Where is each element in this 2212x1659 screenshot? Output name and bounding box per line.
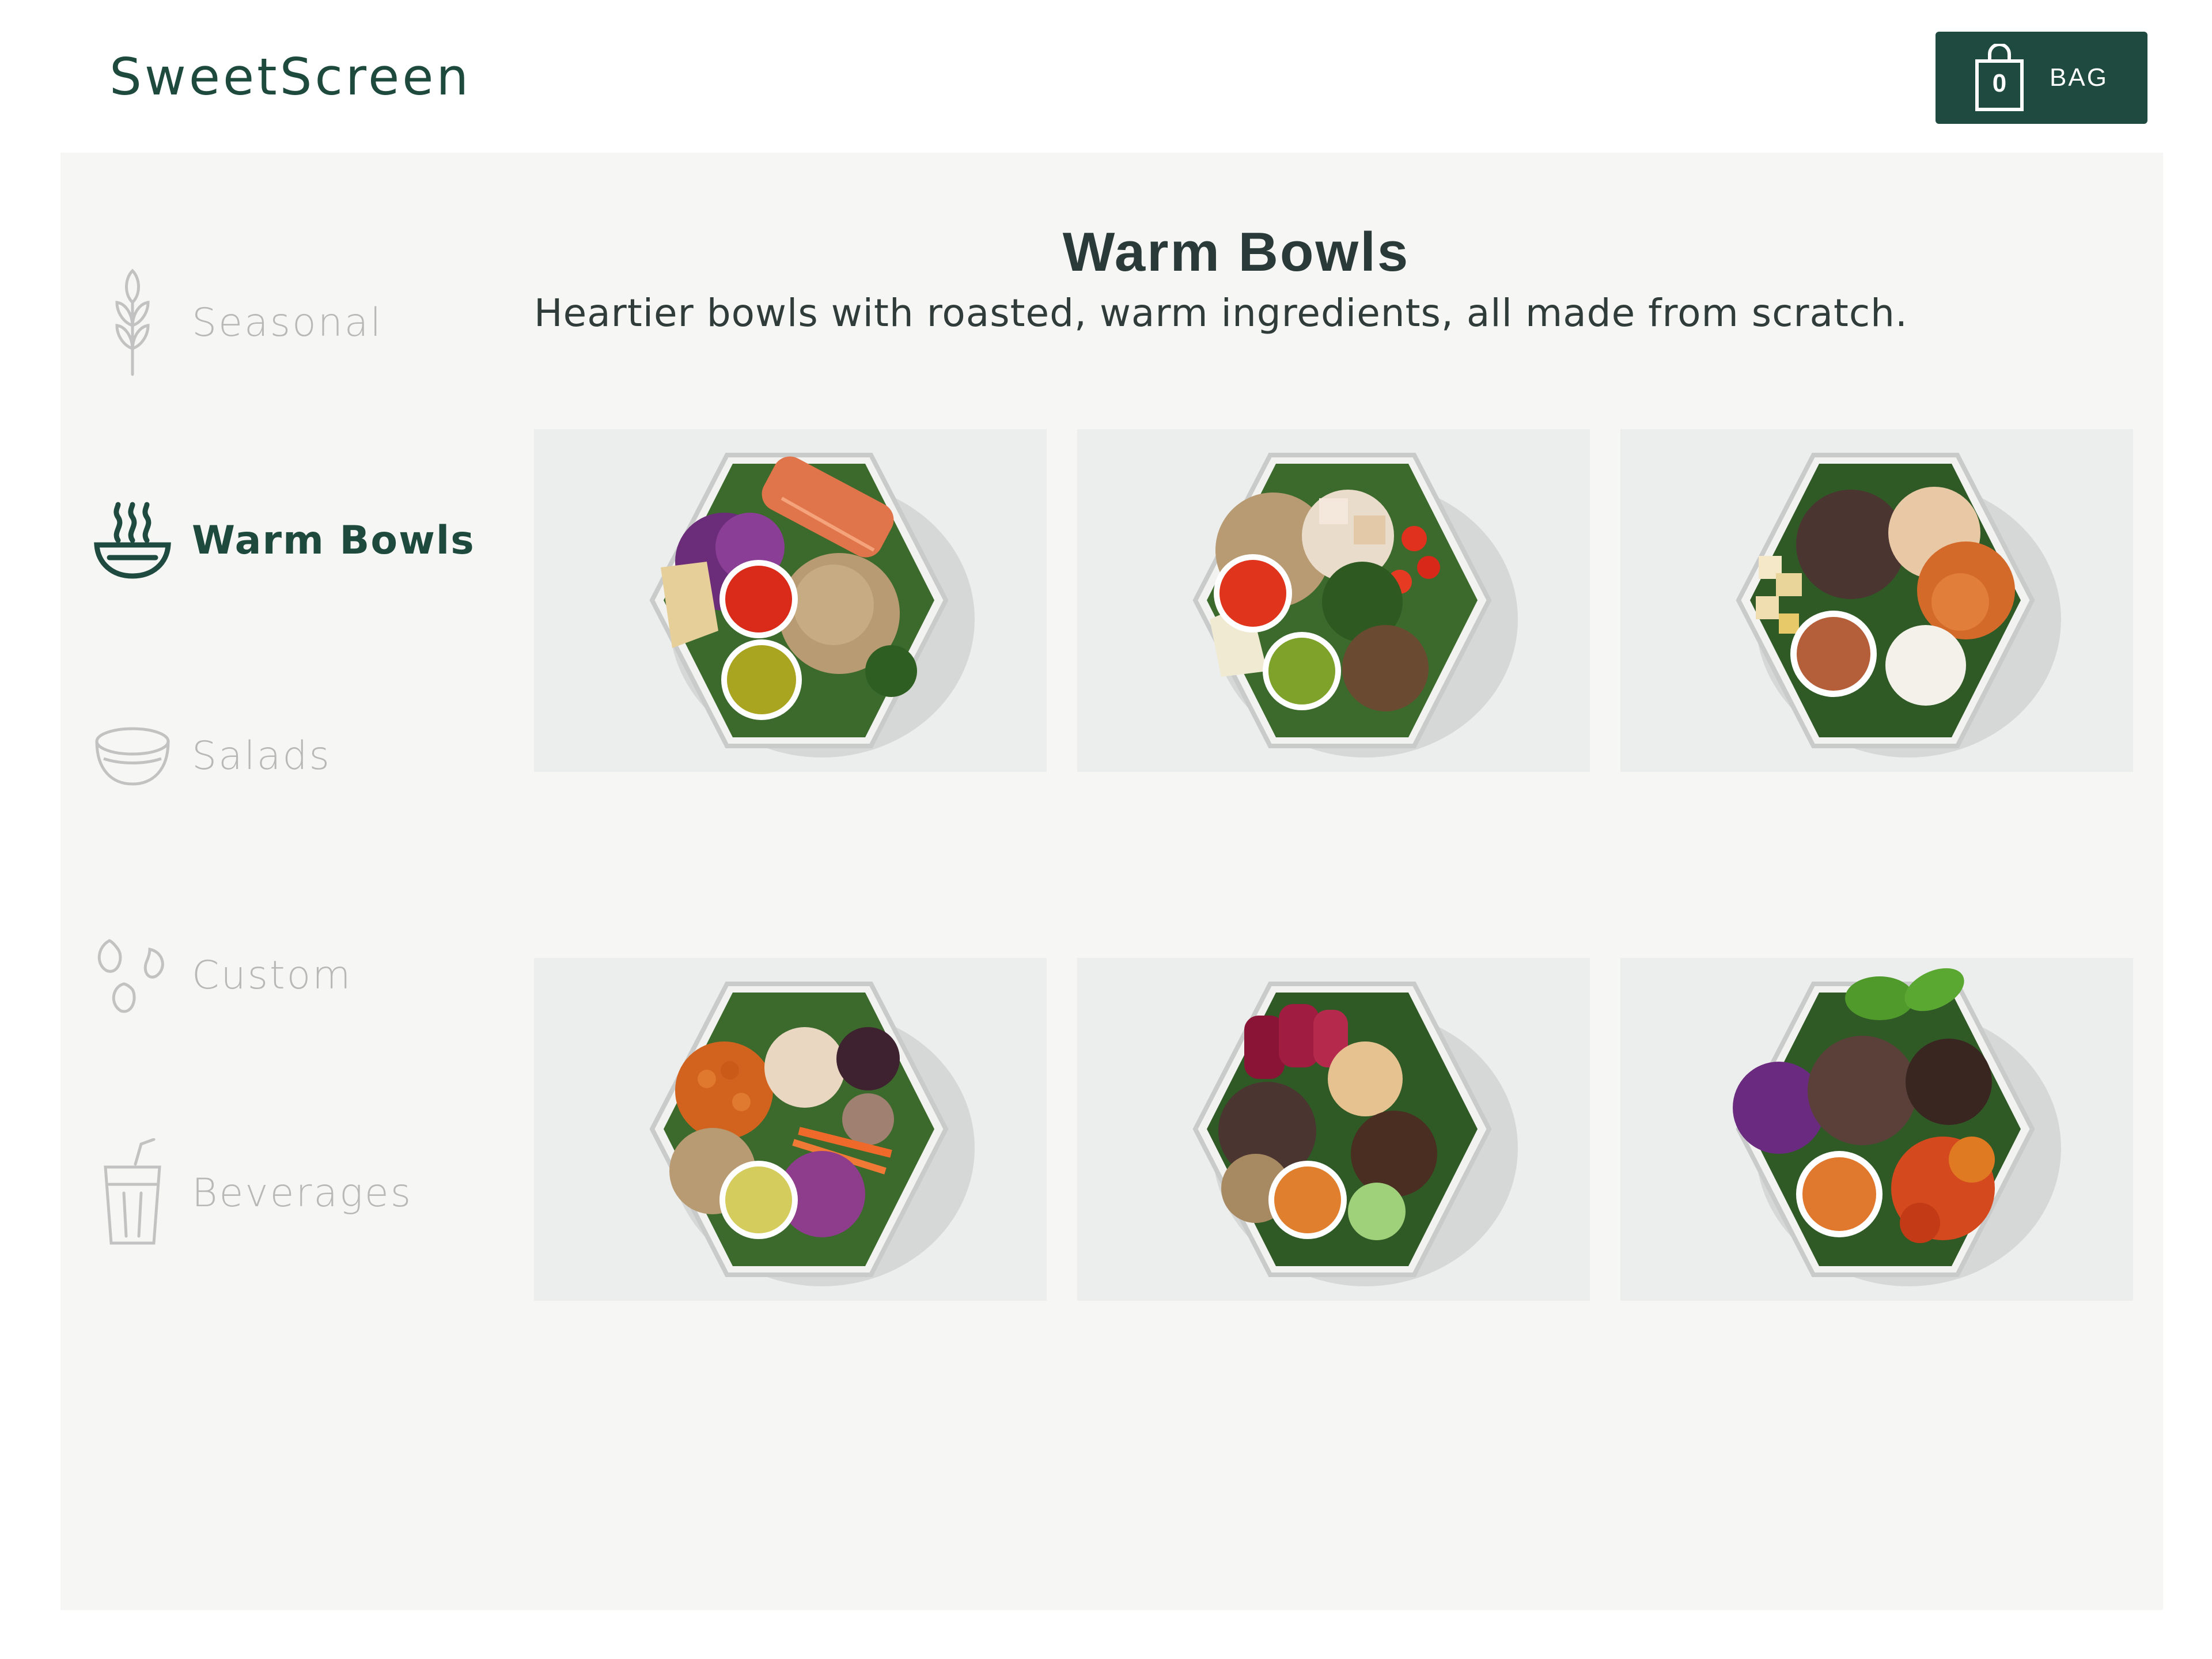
- section-title: Warm Bowls: [1062, 221, 1410, 283]
- menu-panel: Seasonal Warm Bowls Salads Custom Bevera…: [60, 153, 2163, 1610]
- wheat-icon: [89, 265, 176, 380]
- salad-bowl-icon: [89, 698, 176, 813]
- bowl-beet-mushroom-photo: [1192, 982, 1518, 1286]
- bowl-salmon-photo: [649, 453, 975, 757]
- shopping-bag-icon: 0: [1975, 44, 2024, 112]
- sidebar-item-label: Custom: [192, 952, 353, 998]
- sidebar-item-label: Beverages: [192, 1170, 413, 1216]
- app-logo[interactable]: SweetScreen: [109, 47, 471, 107]
- menu-item-card[interactable]: [1077, 958, 1590, 1301]
- menu-item-card[interactable]: [1077, 429, 1590, 772]
- sidebar-item-label: Seasonal: [192, 300, 383, 346]
- sidebar-item-warm-bowls[interactable]: Warm Bowls: [89, 483, 504, 598]
- bag-count: 0: [1992, 69, 2007, 97]
- seeds-icon: [89, 918, 176, 1033]
- sidebar-item-label: Warm Bowls: [192, 517, 475, 563]
- bag-button[interactable]: 0 BAG: [1936, 32, 2147, 124]
- top-bar: SweetScreen 0 BAG: [0, 0, 2212, 153]
- menu-item-card[interactable]: [534, 429, 1047, 772]
- menu-item-card[interactable]: [534, 958, 1047, 1301]
- menu-item-card[interactable]: [1620, 958, 2133, 1301]
- menu-item-card[interactable]: [1620, 429, 2133, 772]
- sidebar-item-beverages[interactable]: Beverages: [89, 1135, 504, 1251]
- bowl-chicken-tomato-photo: [1192, 453, 1518, 757]
- sidebar-item-salads[interactable]: Salads: [89, 698, 504, 813]
- sidebar-item-custom[interactable]: Custom: [89, 918, 504, 1033]
- sidebar-item-label: Salads: [192, 733, 331, 779]
- sidebar-item-seasonal[interactable]: Seasonal: [89, 265, 504, 380]
- bag-label: BAG: [2050, 63, 2108, 92]
- drink-cup-icon: [89, 1135, 176, 1251]
- bowl-basil-roasted-veg-photo: [1733, 968, 2061, 1286]
- bowl-apple-sweet-potato-photo: [1736, 453, 2061, 757]
- section-subtitle: Heartier bowls with roasted, warm ingred…: [534, 291, 1908, 335]
- bowl-chickpea-photo: [649, 982, 975, 1286]
- steaming-bowl-icon: [89, 483, 176, 598]
